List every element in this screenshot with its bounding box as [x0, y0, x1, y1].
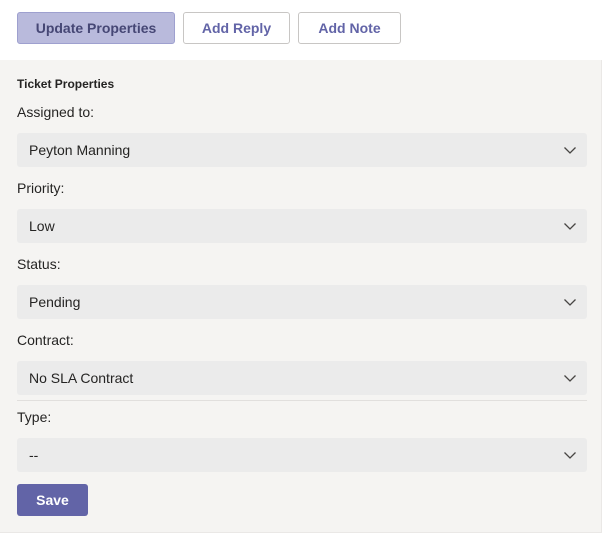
- contract-value: No SLA Contract: [29, 370, 134, 386]
- ticket-properties-page: Update Properties Add Reply Add Note Tic…: [0, 0, 604, 535]
- save-label: Save: [36, 492, 69, 508]
- status-select[interactable]: Pending: [17, 285, 587, 319]
- update-properties-button[interactable]: Update Properties: [17, 12, 175, 44]
- add-note-label: Add Note: [318, 20, 381, 36]
- section-title: Ticket Properties: [17, 77, 115, 91]
- status-value: Pending: [29, 294, 81, 310]
- chevron-down-icon: [564, 299, 576, 306]
- assigned-to-label: Assigned to:: [17, 104, 95, 120]
- assigned-to-select[interactable]: Peyton Manning: [17, 133, 587, 167]
- chevron-down-icon: [564, 223, 576, 230]
- chevron-down-icon: [564, 375, 576, 382]
- add-note-button[interactable]: Add Note: [298, 12, 401, 44]
- type-value: --: [29, 447, 39, 463]
- priority-label: Priority:: [17, 180, 65, 196]
- contract-label: Contract:: [17, 332, 74, 348]
- chevron-down-icon: [564, 452, 576, 459]
- add-reply-button[interactable]: Add Reply: [183, 12, 290, 44]
- contract-select[interactable]: No SLA Contract: [17, 361, 587, 395]
- type-select[interactable]: --: [17, 438, 587, 472]
- action-tab-bar: Update Properties Add Reply Add Note: [0, 0, 604, 60]
- priority-select[interactable]: Low: [17, 209, 587, 243]
- assigned-to-value: Peyton Manning: [29, 142, 131, 158]
- add-reply-label: Add Reply: [201, 20, 272, 36]
- type-label: Type:: [17, 409, 52, 425]
- chevron-down-icon: [564, 147, 576, 154]
- update-properties-label: Update Properties: [35, 20, 157, 36]
- priority-value: Low: [29, 218, 55, 234]
- divider: [17, 400, 587, 401]
- save-button[interactable]: Save: [17, 484, 88, 516]
- status-label: Status:: [17, 256, 61, 272]
